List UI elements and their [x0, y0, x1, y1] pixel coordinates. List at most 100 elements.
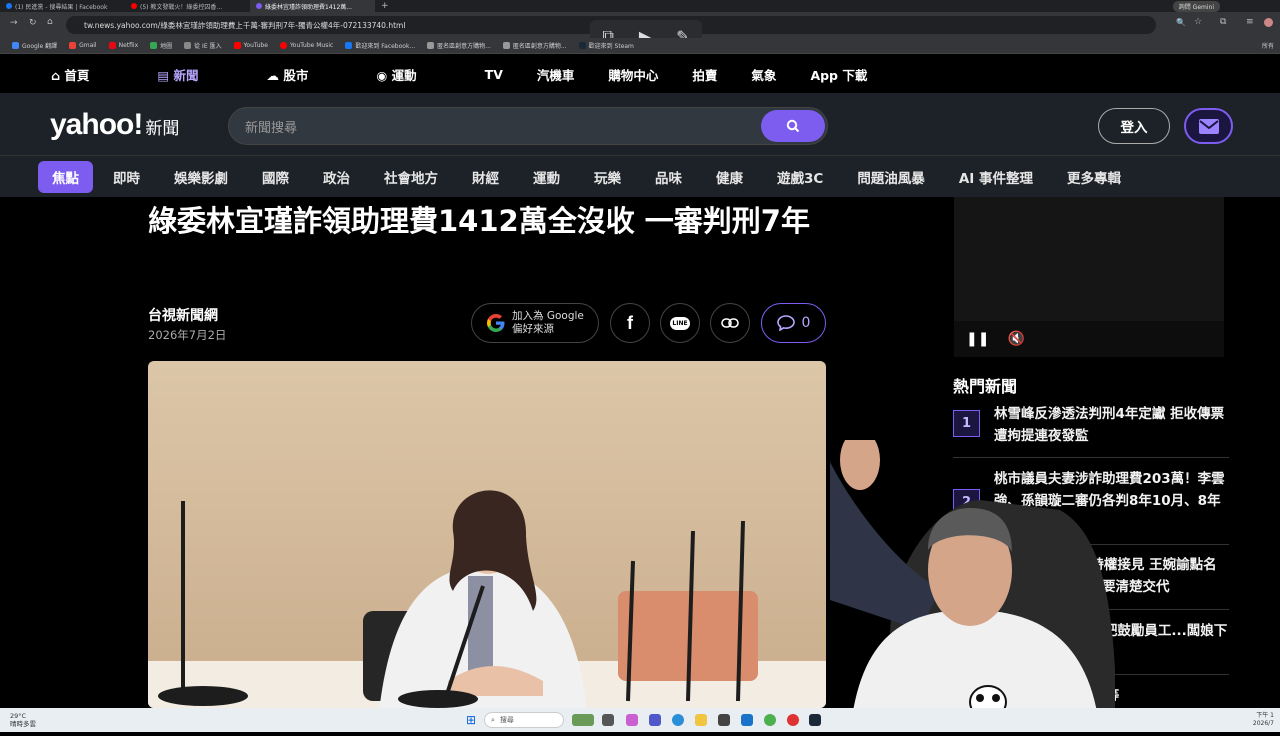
search-icon: ⌕ — [491, 715, 495, 724]
rank-badge: 1 — [953, 410, 980, 437]
nav-news[interactable]: ▤ 新聞 — [157, 65, 232, 84]
facebook-icon — [6, 3, 12, 9]
link-icon — [721, 318, 739, 328]
login-button[interactable]: 登入 — [1098, 108, 1170, 144]
nav-stock[interactable]: ☁ 股市 — [267, 65, 343, 84]
forward-icon[interactable]: → — [10, 18, 18, 28]
chrome-icon[interactable] — [764, 714, 776, 726]
steam-icon[interactable] — [809, 714, 821, 726]
line-icon: LINE — [670, 316, 690, 330]
extensions-icon[interactable]: ⧉ — [1220, 17, 1226, 27]
nav-weather[interactable]: 氣象 — [751, 65, 776, 84]
bookmark-item[interactable]: 歡迎來到 Steam — [578, 41, 634, 50]
streamer-figure — [797, 430, 1115, 732]
bookmark-star-icon[interactable]: ☆ — [1194, 17, 1202, 27]
browser-tab-1[interactable]: (1) 民進黨 - 搜尋結果 | Facebook — [0, 0, 125, 12]
bookmark-item[interactable]: Gmail — [69, 42, 97, 49]
nav-home[interactable]: ⌂ 首頁 — [51, 65, 123, 84]
gemini-button[interactable]: 詢問 Gemini — [1172, 0, 1220, 12]
windows-taskbar: 29°C 晴時多雲 ⊞ ⌕ 搜尋 下午 1 2026/7 — [0, 708, 1280, 732]
facebook-icon: f — [627, 312, 633, 333]
press-conference-photo — [148, 361, 826, 708]
windows-start-icon[interactable]: ⊞ — [466, 713, 476, 727]
profile-avatar[interactable] — [1264, 18, 1273, 27]
browser-tab-2[interactable]: (5) 教文發戰火！綠委控囚香... — [125, 0, 250, 12]
tab-oil-storm[interactable]: 問題油風暴 — [857, 167, 925, 187]
tab-finance[interactable]: 財經 — [472, 167, 499, 187]
comments-button[interactable]: 0 — [761, 303, 826, 343]
tab-leisure[interactable]: 玩樂 — [594, 167, 621, 187]
copy-link-button[interactable] — [710, 303, 750, 343]
search-button[interactable] — [761, 110, 825, 142]
mail-button[interactable] — [1184, 108, 1233, 144]
yahoo-header: yahoo! 新聞 新聞搜尋 登入 — [0, 93, 1280, 155]
google-preferred-source-button[interactable]: 加入為 Google 偏好來源 — [471, 303, 599, 343]
nav-shopping[interactable]: 購物中心 — [608, 65, 658, 84]
video-player[interactable]: ❚❚ 🔇 — [954, 197, 1224, 357]
tab-entertainment[interactable]: 娛樂影劇 — [174, 167, 228, 187]
line-share-button[interactable]: LINE — [660, 303, 700, 343]
taskbar-search[interactable]: ⌕ 搜尋 — [484, 712, 564, 728]
category-nav: 焦點 即時 娛樂影劇 國際 政治 社會地方 財經 運動 玩樂 品味 健康 遊戲3… — [0, 155, 1280, 197]
mail-app-icon[interactable] — [741, 714, 753, 726]
teams-icon[interactable] — [649, 714, 661, 726]
tab-health[interactable]: 健康 — [716, 167, 743, 187]
news-search-input[interactable]: 新聞搜尋 — [228, 107, 828, 145]
reload-icon[interactable]: ↻ — [29, 18, 37, 28]
new-tab-button[interactable]: + — [381, 1, 389, 11]
bookmark-item[interactable]: 從 IE 匯入 — [184, 41, 222, 50]
browser-tab-strip: (1) 民進黨 - 搜尋結果 | Facebook (5) 教文發戰火！綠委控囚… — [0, 0, 1280, 12]
article-date: 2026年7月2日 — [148, 328, 227, 342]
search-icon — [786, 119, 800, 133]
widget-icon[interactable] — [572, 714, 594, 726]
tab-taste[interactable]: 品味 — [655, 167, 682, 187]
copilot-icon[interactable] — [626, 714, 638, 726]
tab-society[interactable]: 社會地方 — [384, 167, 438, 187]
tab-latest[interactable]: 即時 — [113, 167, 140, 187]
tab-focus[interactable]: 焦點 — [38, 160, 93, 193]
tab-politics[interactable]: 政治 — [323, 167, 350, 187]
facebook-share-button[interactable]: f — [610, 303, 650, 343]
mail-icon — [1198, 118, 1219, 134]
tab-ai-summary[interactable]: AI 事件整理 — [959, 167, 1033, 187]
tab-search-icon[interactable]: ≡ — [1246, 17, 1254, 27]
mute-icon[interactable]: 🔇 — [1007, 331, 1024, 347]
yahoo-icon — [256, 3, 262, 9]
bookmarks-bar: Google 翻譯 Gmail Netflix 地圖 從 IE 匯入 YouTu… — [0, 38, 1280, 54]
file-explorer-icon[interactable] — [695, 714, 707, 726]
edge-icon[interactable] — [672, 714, 684, 726]
system-clock[interactable]: 下午 1 2026/7 — [1253, 712, 1274, 728]
tab-sports[interactable]: 運動 — [533, 167, 560, 187]
nav-auction[interactable]: 拍賣 — [692, 65, 717, 84]
bookmark-item[interactable]: 匿名區創意方購物... — [502, 41, 567, 50]
bookmark-item[interactable]: Netflix — [108, 42, 138, 49]
tab-international[interactable]: 國際 — [262, 167, 289, 187]
video-controls: ❚❚ 🔇 — [954, 321, 1224, 357]
tab-games-3c[interactable]: 遊戲3C — [777, 167, 823, 187]
weather-widget[interactable]: 29°C 晴時多雲 — [10, 712, 36, 728]
home-icon[interactable]: ⌂ — [47, 17, 53, 27]
bookmark-item[interactable]: Google 翻譯 — [12, 41, 57, 50]
bookmark-item[interactable]: YouTube — [233, 42, 268, 49]
bookmark-item[interactable]: 匿名區創意方購物... — [427, 41, 491, 50]
store-icon[interactable] — [718, 714, 730, 726]
nav-app-download[interactable]: App 下載 — [810, 65, 867, 84]
article-title: 綠委林宜瑾詐領助理費1412萬全沒收 一審判刑7年 — [148, 204, 810, 238]
article-photo[interactable] — [148, 361, 826, 708]
nav-auto[interactable]: 汽機車 — [537, 65, 575, 84]
pause-icon[interactable]: ❚❚ — [966, 331, 989, 347]
article-source[interactable]: 台視新聞網 — [148, 305, 218, 325]
bookmark-item[interactable]: 歡迎來到 Facebook... — [345, 41, 415, 50]
yahoo-news-logo[interactable]: yahoo! 新聞 — [50, 108, 179, 142]
bookmark-item[interactable]: 地圖 — [150, 41, 172, 50]
all-bookmarks-button[interactable]: 所有 — [1262, 41, 1274, 50]
zoom-icon[interactable]: 🔍 — [1176, 18, 1186, 27]
app-icon[interactable] — [787, 714, 799, 726]
nav-sports[interactable]: ◉ 運動 — [376, 65, 450, 84]
bookmark-item[interactable]: YouTube Music — [279, 42, 333, 49]
task-view-icon[interactable] — [602, 714, 614, 726]
browser-tab-3[interactable]: 綠委林宜瑾詐領助理費1412萬... — [250, 0, 375, 12]
nav-tv[interactable]: TV — [485, 67, 503, 82]
tab-more[interactable]: 更多專輯 — [1067, 167, 1121, 187]
hot-news-heading: 熱門新聞 — [953, 377, 1018, 396]
